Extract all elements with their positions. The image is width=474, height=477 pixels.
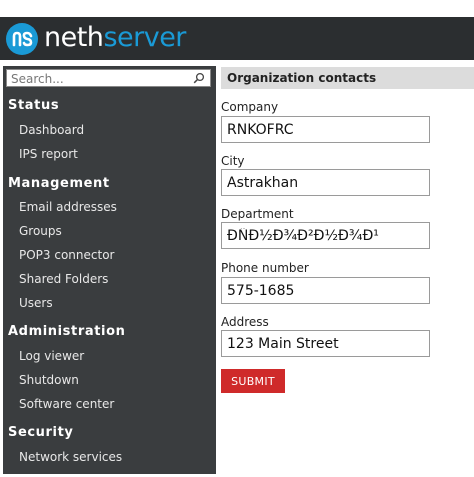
window-top-edge xyxy=(0,0,474,17)
top-bar: nethserver xyxy=(0,0,474,60)
search-box xyxy=(6,69,211,87)
sidebar-item-groups[interactable]: Groups xyxy=(19,224,62,238)
search-icon[interactable] xyxy=(193,72,205,84)
section-management: Management xyxy=(8,176,110,191)
brand-name[interactable]: nethserver xyxy=(44,20,186,56)
sidebar-item-network-services[interactable]: Network services xyxy=(19,450,122,464)
sidebar-item-dashboard[interactable]: Dashboard xyxy=(19,123,84,137)
section-status: Status xyxy=(8,98,60,113)
brand-part-2: server xyxy=(103,22,186,53)
nethserver-logo-icon[interactable] xyxy=(6,23,38,55)
sidebar-item-pop3-connector[interactable]: POP3 connector xyxy=(19,248,114,262)
sidebar-item-email-addresses[interactable]: Email addresses xyxy=(19,200,117,214)
panel-header: Organization contacts xyxy=(221,67,474,89)
phone-number-label: Phone number xyxy=(221,261,309,275)
section-administration: Administration xyxy=(8,324,126,339)
department-field[interactable] xyxy=(221,222,430,249)
phone-number-field[interactable] xyxy=(221,277,430,304)
search-input[interactable] xyxy=(11,71,186,86)
sidebar-item-shutdown[interactable]: Shutdown xyxy=(19,373,79,387)
company-field[interactable] xyxy=(221,116,430,143)
city-label: City xyxy=(221,154,245,168)
submit-button[interactable]: SUBMIT xyxy=(221,369,285,393)
page-title: Organization contacts xyxy=(227,71,377,85)
address-field[interactable] xyxy=(221,330,430,357)
sidebar-item-users[interactable]: Users xyxy=(19,296,53,310)
address-label: Address xyxy=(221,315,269,329)
sidebar-item-log-viewer[interactable]: Log viewer xyxy=(19,349,84,363)
sidebar-item-shared-folders[interactable]: Shared Folders xyxy=(19,272,108,286)
department-label: Department xyxy=(221,207,294,221)
sidebar-item-software-center[interactable]: Software center xyxy=(19,397,114,411)
section-security: Security xyxy=(8,425,74,440)
city-field[interactable] xyxy=(221,169,430,196)
sidebar: Status Dashboard IPS report Management E… xyxy=(3,66,216,474)
company-label: Company xyxy=(221,100,279,114)
sidebar-item-ips-report[interactable]: IPS report xyxy=(19,147,78,161)
brand-part-1: neth xyxy=(44,22,104,53)
